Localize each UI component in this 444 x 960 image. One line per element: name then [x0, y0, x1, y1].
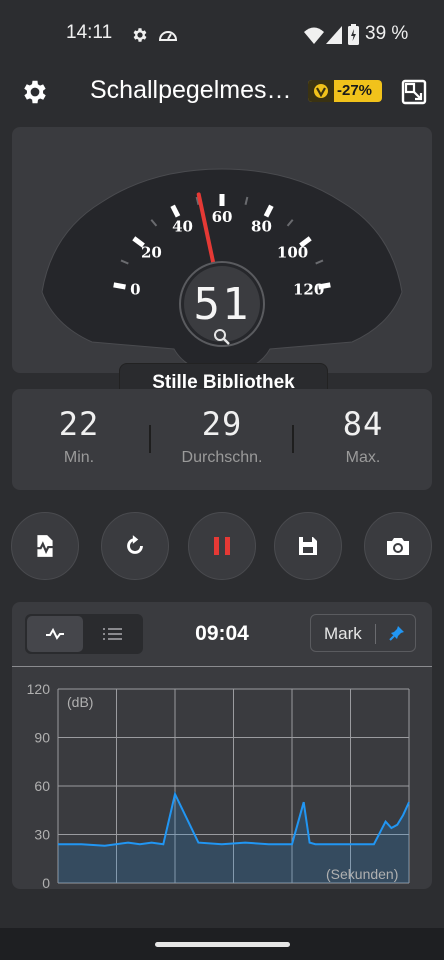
gauge-tick-label: 100 — [277, 243, 308, 261]
avg-value: 29 — [201, 405, 243, 443]
wifi-icon — [304, 27, 324, 44]
gauge-tick-label: 0 — [130, 281, 140, 299]
stats-panel: 22 Min. 29 Durchschn. 84 Max. — [12, 389, 432, 490]
elapsed-time: 09:04 — [195, 622, 249, 645]
gauge-tick-label: 120 — [293, 281, 324, 299]
promo-badge[interactable]: -27% — [308, 80, 382, 102]
report-button[interactable] — [11, 512, 79, 580]
home-gesture-bar[interactable] — [155, 942, 290, 947]
current-db-value: 51 — [193, 279, 251, 330]
list-icon — [103, 628, 122, 640]
max-label: Max. — [345, 449, 381, 466]
graph-panel: 09:04 Mark 120 90 60 30 0 514 529 544 (dB) (Sek… — [12, 602, 432, 889]
battery-percentage: 39 % — [365, 23, 409, 44]
divider — [375, 624, 376, 644]
gauge-tick-label: 80 — [251, 217, 272, 235]
y-tick-label: 30 — [34, 827, 50, 843]
battery-icon — [348, 24, 359, 45]
x-tick-label: 514 — [58, 886, 82, 889]
fullscreen-icon — [401, 79, 427, 105]
save-button[interactable] — [274, 512, 342, 580]
pin-icon — [389, 626, 404, 641]
gauge-tick — [113, 282, 126, 290]
reset-button[interactable] — [101, 512, 169, 580]
pause-icon — [214, 537, 230, 555]
screenshot-button[interactable] — [364, 512, 432, 580]
zoom-icon[interactable] — [213, 328, 231, 346]
x-tick-label: 544 — [386, 886, 410, 889]
gauge-tick-label: 20 — [141, 243, 162, 261]
promo-discount: -27% — [337, 82, 373, 99]
speedometer-icon — [158, 31, 178, 41]
pause-button[interactable] — [188, 512, 256, 580]
gauge-panel: 0 20 40 60 80 100 120 51 — [12, 127, 432, 373]
crown-icon — [308, 80, 334, 102]
divider — [292, 425, 294, 453]
min-label: Min. — [63, 449, 95, 466]
status-time: 14:11 — [66, 22, 113, 43]
view-toggle — [25, 614, 143, 654]
file-pulse-icon — [35, 535, 55, 557]
floppy-icon — [299, 537, 317, 555]
fullscreen-button[interactable] — [400, 78, 428, 106]
gauge-tick-label: 60 — [212, 208, 233, 226]
signal-icon — [326, 26, 342, 44]
mark-button[interactable]: Mark — [310, 614, 416, 652]
y-tick-label: 90 — [34, 730, 50, 746]
status-bar: 14:11 39 % — [0, 0, 444, 68]
divider — [149, 425, 151, 453]
settings-icon — [133, 28, 147, 42]
y-tick-label: 0 — [42, 875, 50, 889]
y-tick-label: 60 — [34, 778, 50, 794]
min-value: 22 — [58, 405, 100, 443]
y-tick-label: 120 — [27, 681, 51, 697]
avg-label: Durchschn. — [181, 449, 263, 466]
gear-icon — [24, 80, 46, 104]
gauge-tick-label: 40 — [172, 217, 193, 235]
refresh-icon — [127, 535, 143, 554]
x-axis-unit: (Sekunden) — [326, 866, 399, 882]
x-tick-label: 529 — [222, 886, 246, 889]
list-view-tab[interactable] — [85, 616, 141, 652]
line-graph-icon — [46, 627, 64, 640]
app-title: Schallpegelmes… — [90, 76, 292, 104]
navigation-bar — [0, 928, 444, 960]
settings-button[interactable] — [20, 77, 50, 107]
y-axis-unit: (dB) — [67, 694, 94, 710]
camera-icon — [387, 538, 409, 555]
graph-view-tab[interactable] — [27, 616, 83, 652]
mark-label: Mark — [324, 624, 362, 643]
max-value: 84 — [342, 405, 384, 443]
